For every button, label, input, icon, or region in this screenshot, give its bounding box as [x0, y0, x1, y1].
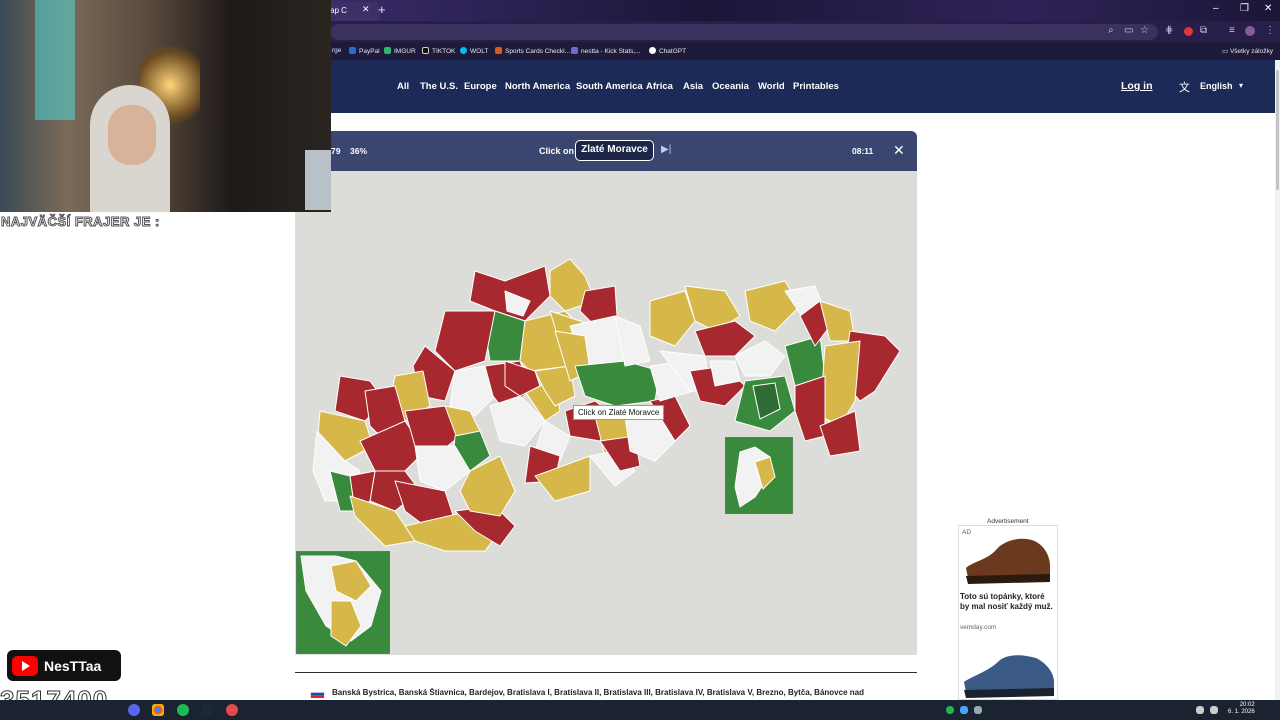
tab-title: ap C [330, 6, 347, 15]
bookmark-imgur[interactable]: IMGUR [384, 47, 416, 55]
nav-all[interactable]: All [397, 81, 409, 92]
app-icon[interactable] [226, 704, 238, 716]
chatgpt-icon [649, 47, 656, 54]
chevron-down-icon[interactable]: ▾ [1239, 81, 1243, 90]
extensions-icon[interactable]: ⋕ [1165, 25, 1173, 36]
bookmark-chatgpt[interactable]: ChatGPT [649, 47, 686, 55]
stream-caption: NAJVÄČŠÍ FRAJER JE : [1, 214, 160, 230]
skip-icon[interactable]: ▶| [661, 144, 671, 155]
volume-icon[interactable] [1196, 706, 1204, 714]
all-bookmarks-button[interactable]: ▭ Všetky záložky [1222, 47, 1273, 55]
region-list: Banská Bystrica, Banská Štiavnica, Barde… [332, 688, 864, 697]
tray-icon[interactable] [960, 706, 968, 714]
person-face [108, 105, 156, 165]
nav-south-america[interactable]: South America [576, 81, 643, 92]
clock-time: 20:02 [1239, 702, 1255, 708]
nav-printables[interactable]: Printables [793, 81, 839, 92]
bookmark-paypal[interactable]: PayPal [349, 47, 380, 55]
map-region[interactable] [709, 360, 741, 387]
folder-icon: ▭ [1222, 48, 1230, 55]
nav-oceania[interactable]: Oceania [712, 81, 749, 92]
ad-domain: vemday.com [960, 624, 997, 631]
bookmark-star-icon[interactable]: ☆ [1140, 25, 1149, 36]
score-percent: 36% [350, 146, 368, 156]
prompt-label: Click on [539, 146, 575, 156]
translate-icon[interactable]: 文 [1179, 79, 1190, 95]
channel-name: NesTTaa [44, 658, 102, 674]
inset-map-east[interactable] [725, 437, 793, 514]
puzzle-icon[interactable]: ⧉ [1200, 25, 1207, 36]
inset-map-west[interactable] [296, 551, 390, 654]
youtube-icon [12, 656, 38, 676]
chrome-icon[interactable] [152, 704, 164, 716]
login-link[interactable]: Log in [1121, 80, 1153, 92]
paypal-icon [349, 47, 356, 54]
webcam-shelf [305, 150, 331, 210]
menu-list-icon[interactable]: ≡ [1229, 25, 1235, 36]
language-selector[interactable]: English [1200, 81, 1233, 91]
extension-red-icon[interactable] [1184, 27, 1193, 36]
map-tooltip: Click on Zlaté Moravce [573, 405, 665, 420]
tray-spotify-icon[interactable] [946, 706, 954, 714]
steam-icon[interactable] [201, 704, 213, 716]
shoe-image[interactable] [960, 648, 1056, 700]
ad-label: Advertisement [987, 518, 1029, 525]
map-region[interactable] [794, 375, 826, 442]
spotify-icon[interactable] [177, 704, 189, 716]
quiz-timer: 08:11 [852, 146, 874, 156]
map-region[interactable] [574, 360, 661, 407]
network-icon[interactable] [1210, 706, 1218, 714]
score-counter: 79 [331, 146, 341, 156]
bookmark-sports-cards[interactable]: Sports Cards Checkl... [495, 47, 570, 55]
scrollbar-thumb[interactable] [1276, 70, 1279, 190]
slovakia-flag-icon [310, 690, 325, 698]
bookmark-tiktok[interactable]: TIKTOK [422, 47, 455, 55]
ad-headline[interactable]: Toto sú topánky, ktoré by mal nosiť každ… [960, 592, 1056, 612]
new-tab-button[interactable]: + [378, 2, 386, 17]
map-region[interactable] [649, 290, 696, 347]
taskbar-clock[interactable]: 20:02 6. 1. 2026 [1228, 702, 1255, 716]
tiktok-icon [422, 47, 429, 54]
webcam-light [35, 0, 75, 120]
tab-close-icon[interactable]: ✕ [362, 4, 370, 15]
nav-africa[interactable]: Africa [646, 81, 673, 92]
divider [295, 672, 917, 673]
discord-icon[interactable] [128, 704, 140, 716]
nav-us[interactable]: The U.S. [420, 81, 458, 92]
wolt-icon [460, 47, 467, 54]
bookmark-item[interactable]: rge [332, 47, 341, 54]
nav-north-america[interactable]: North America [505, 81, 570, 92]
zoom-icon[interactable]: ⌕ [1108, 25, 1114, 36]
bookmark-wolt[interactable]: WOLT [460, 47, 488, 55]
nav-world[interactable]: World [758, 81, 785, 92]
close-window-icon[interactable]: ✕ [1264, 3, 1272, 14]
target-region-name: Zlaté Moravce [575, 140, 654, 161]
clock-date: 6. 1. 2026 [1228, 709, 1255, 715]
nav-europe[interactable]: Europe [464, 81, 497, 92]
url-input[interactable] [330, 24, 1158, 40]
shoe-image[interactable] [962, 532, 1054, 588]
webcam-overlay [0, 0, 331, 212]
minimize-icon[interactable]: – [1213, 3, 1219, 14]
kebab-menu-icon[interactable]: ⋮ [1265, 25, 1275, 36]
sports-cards-icon [495, 47, 502, 54]
install-icon[interactable]: ▭ [1124, 25, 1133, 36]
imgur-icon [384, 47, 391, 54]
close-icon[interactable]: ✕ [893, 142, 905, 159]
map-region[interactable] [744, 280, 801, 332]
bookmark-kick-stats[interactable]: nestta - Kick Stats,... [571, 47, 641, 55]
maximize-icon[interactable]: ❐ [1240, 3, 1249, 14]
tray-icon[interactable] [974, 706, 982, 714]
windows-taskbar [0, 700, 1280, 720]
nav-asia[interactable]: Asia [683, 81, 703, 92]
kick-stats-icon [571, 47, 578, 54]
profile-avatar[interactable] [1245, 26, 1255, 36]
